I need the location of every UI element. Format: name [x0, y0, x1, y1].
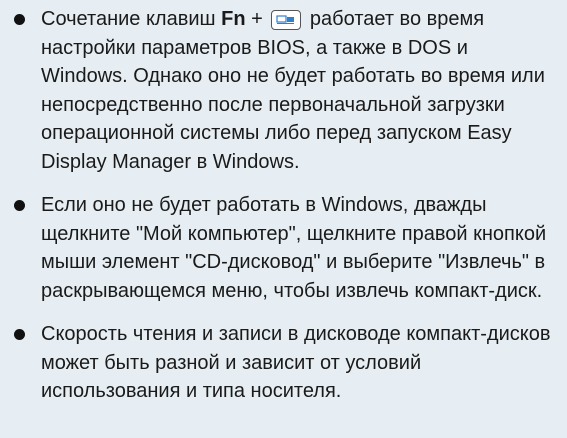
bullet-icon	[14, 329, 25, 340]
list-item: Сочетание клавиш Fn + работает во время …	[12, 5, 555, 176]
item-text-end: работает во время настройки параметров B…	[41, 8, 545, 173]
plus-sign: +	[245, 8, 269, 30]
item-text: Скорость чтения и записи в дисководе ком…	[41, 323, 551, 402]
list-item: Скорость чтения и записи в дисководе ком…	[12, 320, 555, 406]
item-text: Если оно не будет работать в Windows, дв…	[41, 194, 547, 302]
bullet-list: Сочетание клавиш Fn + работает во время …	[12, 5, 555, 406]
list-item: Если оно не будет работать в Windows, дв…	[12, 191, 555, 305]
item-text-start: Сочетание клавиш	[41, 8, 222, 30]
display-toggle-key-icon	[271, 10, 302, 30]
document-page: Сочетание клавиш Fn + работает во время …	[0, 0, 567, 438]
bullet-icon	[14, 14, 25, 25]
bullet-icon	[14, 200, 25, 211]
fn-key-label: Fn	[221, 8, 246, 30]
